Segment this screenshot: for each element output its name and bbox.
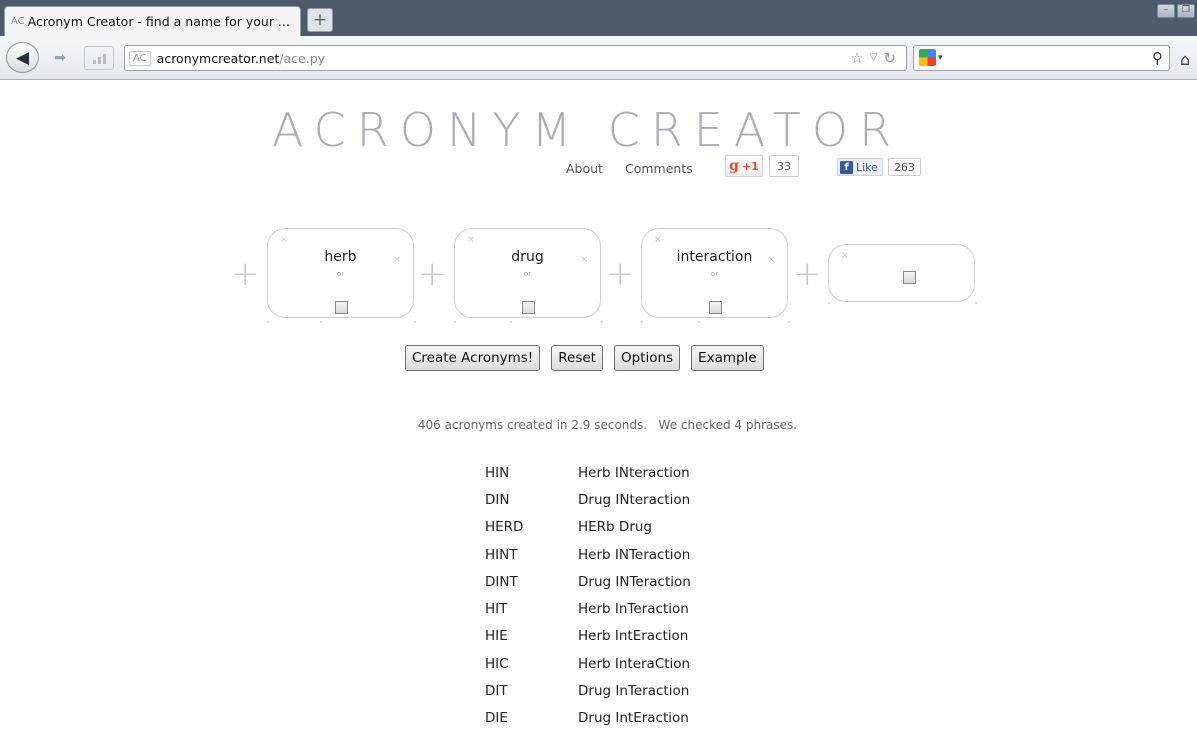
url-path: /ace.py xyxy=(279,50,326,66)
acronym[interactable]: DIN xyxy=(485,492,578,508)
star-icon[interactable]: ☆ xyxy=(850,49,863,67)
site-logo[interactable]: ACRONYM CREATOR xyxy=(272,103,942,157)
acronym[interactable]: HIN xyxy=(485,465,578,481)
result-row[interactable]: DIT Drug InTeraction xyxy=(485,677,778,704)
tab-bar: AC Acronym Creator - find a name for you… xyxy=(0,0,1197,36)
forward-arrow-icon[interactable]: ➡ xyxy=(46,48,74,68)
facebook-like-widget: f Like 263 xyxy=(837,158,921,176)
phrase: Drug IntEraction xyxy=(578,710,689,727)
word-box-2[interactable]: × × drug or xyxy=(454,228,601,318)
acronym[interactable]: HIT xyxy=(485,601,578,617)
phrase: Herb INTeraction xyxy=(578,546,691,563)
remove-icon[interactable]: × xyxy=(654,235,662,245)
acronym[interactable]: HERD xyxy=(485,519,578,535)
word-box-1[interactable]: × × herb or xyxy=(267,228,414,318)
reload-icon[interactable]: ↻ xyxy=(883,49,896,67)
comments-link[interactable]: Comments xyxy=(625,161,693,176)
result-row[interactable]: HERD HERb Drug xyxy=(485,514,778,541)
reset-button[interactable]: Reset xyxy=(551,345,603,371)
acronym[interactable]: HINT xyxy=(485,547,578,563)
home-icon[interactable]: ⌂ xyxy=(1180,50,1190,69)
remove-icon[interactable]: × xyxy=(841,251,849,261)
or-label: or xyxy=(523,270,532,278)
tab-title: Acronym Creator - find a name for your .… xyxy=(27,14,290,29)
google-plus-label: +1 xyxy=(741,159,759,173)
search-icon[interactable]: ⚲ xyxy=(1152,49,1163,67)
acronym[interactable]: DIE xyxy=(485,710,578,726)
word-text[interactable]: interaction xyxy=(642,249,787,265)
or-label: or xyxy=(710,270,719,278)
page-content: ACRONYM CREATOR About Comments g +1 33 f… xyxy=(0,81,1197,726)
google-plus-widget: g +1 33 xyxy=(725,155,799,177)
back-arrow-icon[interactable]: ◀ xyxy=(6,42,39,73)
site-identity-badge[interactable]: AC xyxy=(129,50,151,66)
phrase: Herb INteraction xyxy=(578,464,690,481)
browser-tab[interactable]: AC Acronym Creator - find a name for you… xyxy=(4,6,301,36)
result-row[interactable]: HINT Herb INTeraction xyxy=(485,541,778,568)
url-bar[interactable]: AC acronymcreator.net/ace.py ☆ ▽ ↻ xyxy=(124,45,907,71)
word-box-4[interactable]: × xyxy=(828,244,975,302)
phrase: Herb InTeraction xyxy=(578,601,689,618)
result-row[interactable]: HIT Herb InTeraction xyxy=(485,595,778,622)
phrase: Herb InteraCtion xyxy=(578,655,691,672)
acronym[interactable]: HIC xyxy=(485,656,578,672)
result-row[interactable]: DINT Drug INTeraction xyxy=(485,568,778,595)
results-list: HIN Herb INteraction DIN Drug INteraction … xyxy=(485,459,778,732)
optional-checkbox[interactable] xyxy=(902,271,916,284)
acronym[interactable]: HIE xyxy=(485,628,578,644)
create-acronyms-button[interactable]: Create Acronyms! xyxy=(405,345,541,371)
optional-checkbox[interactable] xyxy=(521,301,535,314)
dropdown-icon[interactable]: ▽ xyxy=(870,49,878,67)
result-row[interactable]: DIE Drug IntEraction xyxy=(485,705,778,732)
window-controls: – ❐ xyxy=(1157,4,1197,18)
result-row[interactable]: DIN Drug INteraction xyxy=(485,486,778,513)
optional-checkbox[interactable] xyxy=(708,301,722,314)
word-text[interactable]: drug xyxy=(455,249,600,265)
site-favicon-icon: AC xyxy=(11,16,25,27)
top-links: About Comments xyxy=(566,161,715,176)
facebook-like-label: Like xyxy=(856,160,878,174)
remove-icon[interactable]: × xyxy=(280,235,288,245)
phrase: Drug InTeraction xyxy=(578,683,690,700)
example-button[interactable]: Example xyxy=(691,345,764,371)
restore-icon[interactable]: ❐ xyxy=(1177,4,1195,18)
facebook-like-count: 263 xyxy=(887,158,921,176)
minimize-icon[interactable]: – xyxy=(1157,4,1175,18)
google-plus-count: 33 xyxy=(769,155,799,177)
phrase: Drug INteraction xyxy=(578,491,691,508)
word-box-3[interactable]: × × interaction or xyxy=(641,228,788,318)
or-label: or xyxy=(336,270,345,278)
phrase: HERb Drug xyxy=(578,519,652,536)
optional-checkbox[interactable] xyxy=(334,301,348,314)
add-word-plus-icon[interactable]: + xyxy=(231,257,260,291)
about-link[interactable]: About xyxy=(566,161,603,176)
action-buttons: Create Acronyms! Reset Options Example xyxy=(405,345,764,371)
navigation-toolbar: ◀ ➡ AC acronymcreator.net/ace.py ☆ ▽ ↻ ▾… xyxy=(0,36,1197,80)
result-row[interactable]: HIE Herb IntEraction xyxy=(485,623,778,650)
google-icon[interactable]: ▾ xyxy=(919,49,943,66)
result-row[interactable]: HIC Herb InteraCtion xyxy=(485,650,778,677)
new-tab-button[interactable]: + xyxy=(307,8,333,32)
facebook-like-button[interactable]: f Like xyxy=(837,158,883,176)
phrase: Herb IntEraction xyxy=(578,628,689,645)
options-button[interactable]: Options xyxy=(613,345,681,371)
google-plus-icon: g xyxy=(729,158,739,174)
add-word-plus-icon[interactable]: + xyxy=(418,257,447,291)
remove-icon[interactable]: × xyxy=(467,235,475,245)
status-message: 406 acronyms created in 2.9 seconds. We … xyxy=(417,418,798,432)
search-bar[interactable]: ▾ ⚲ xyxy=(913,45,1170,71)
phrase: Drug INTeraction xyxy=(578,573,691,590)
acronym[interactable]: DINT xyxy=(485,574,578,590)
add-word-plus-icon[interactable]: + xyxy=(606,257,635,291)
add-word-plus-icon[interactable]: + xyxy=(793,257,822,291)
word-box-row: + × × herb or + × × drug or + × × intera… xyxy=(0,226,1197,326)
google-plus-button[interactable]: g +1 xyxy=(725,155,763,177)
facebook-icon: f xyxy=(840,160,853,174)
acronym[interactable]: DIT xyxy=(485,683,578,699)
word-text[interactable]: herb xyxy=(268,249,413,265)
url-host: acronymcreator.net xyxy=(156,50,280,66)
result-row[interactable]: HIN Herb INteraction xyxy=(485,459,778,486)
stats-icon[interactable] xyxy=(84,46,114,70)
